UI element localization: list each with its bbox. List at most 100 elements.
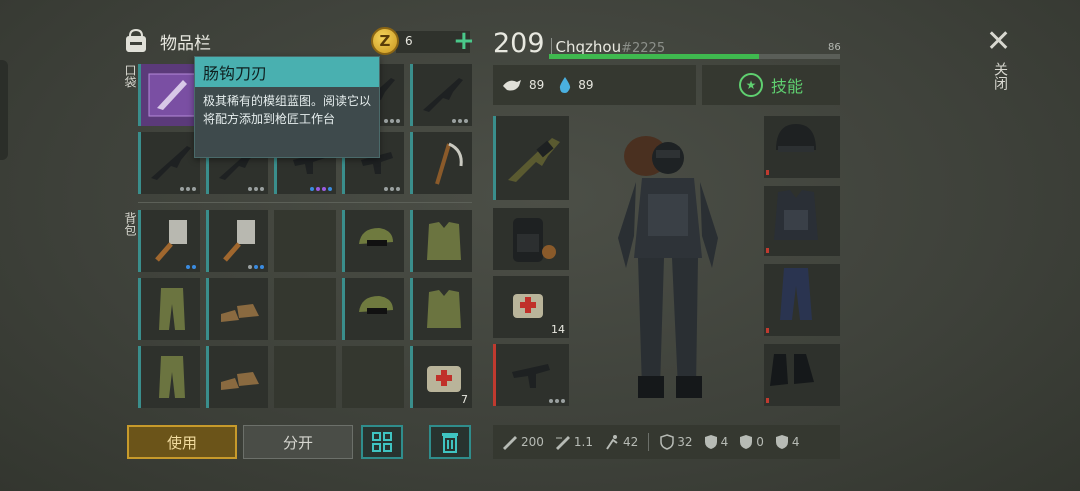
combat-stats-bar: 200 1.1 42 32 4 0 4 xyxy=(493,425,840,459)
pants-slot[interactable] xyxy=(764,264,840,336)
side-drawer-tab[interactable] xyxy=(0,60,8,160)
inventory-slot-empty[interactable] xyxy=(342,346,404,408)
inventory-slot[interactable] xyxy=(206,278,268,340)
water-value: 89 xyxy=(578,78,594,92)
smg-icon xyxy=(512,364,550,388)
rifle-icon xyxy=(151,146,191,180)
move-speed-stat: 42 xyxy=(603,434,638,450)
vest-slot[interactable] xyxy=(764,186,840,256)
damage-value: 200 xyxy=(521,435,544,449)
survival-stats: 89 89 xyxy=(493,65,696,105)
radiation-stat: 0 xyxy=(738,434,764,450)
backpack-slot[interactable] xyxy=(493,208,569,270)
upgrade-dots xyxy=(248,187,264,191)
inventory-slot[interactable] xyxy=(206,346,268,408)
use-button[interactable]: 使用 xyxy=(127,425,237,459)
coin-icon: Z xyxy=(371,27,399,55)
inventory-slot[interactable] xyxy=(342,210,404,272)
inventory-slot-empty[interactable] xyxy=(274,210,336,272)
armor-vest-icon xyxy=(774,190,818,240)
water-stat: 89 xyxy=(558,76,594,94)
stats-divider xyxy=(648,433,650,451)
armor-stat: 32 xyxy=(659,434,693,450)
inventory-slot[interactable] xyxy=(410,64,472,126)
bio-stat: 4 xyxy=(774,434,800,450)
coin-amount: 6 xyxy=(405,34,413,48)
armor-value: 32 xyxy=(677,435,693,449)
grid-sort-icon xyxy=(372,432,392,452)
backpack-icon xyxy=(126,28,146,52)
star-icon: ★ xyxy=(738,73,763,97)
skills-label: 技能 xyxy=(770,77,803,96)
radiation-value: 0 xyxy=(756,435,764,449)
damage-stat: 200 xyxy=(501,434,544,450)
inventory-slot[interactable] xyxy=(342,278,404,340)
inventory-slot-empty[interactable] xyxy=(274,278,336,340)
running-icon xyxy=(606,435,618,450)
water-drop-icon xyxy=(560,77,571,93)
tactical-backpack-icon xyxy=(513,218,556,262)
weapon-slot-secondary[interactable] xyxy=(493,344,569,406)
cold-resist-stat: 4 xyxy=(703,434,729,450)
backpack-grid: 7 xyxy=(138,210,472,408)
add-coins-button[interactable]: + xyxy=(453,28,475,54)
attack-speed-value: 1.1 xyxy=(573,435,593,449)
xp-bar-fill xyxy=(549,54,759,59)
shield-icon xyxy=(660,434,675,450)
inventory-slot[interactable] xyxy=(410,278,472,340)
section-divider xyxy=(138,202,472,203)
split-button[interactable]: 分开 xyxy=(243,425,353,459)
inventory-slot[interactable]: 7 xyxy=(410,346,472,408)
weapon-slot-primary[interactable] xyxy=(493,116,569,200)
grenade-launcher-icon xyxy=(508,138,560,182)
inventory-title: 物品栏 xyxy=(160,33,211,54)
upgrade-dots xyxy=(384,119,400,123)
sort-button[interactable] xyxy=(361,425,403,459)
item-tooltip: 肠钩刀刃 极其稀有的模组蓝图。阅读它以将配方添加到枪匠工作台 xyxy=(194,56,380,158)
medkit-icon xyxy=(513,294,543,318)
inventory-slot-empty[interactable] xyxy=(274,346,336,408)
camo-vest-icon xyxy=(427,290,461,328)
helmet-icon xyxy=(776,124,816,152)
camo-cap-icon xyxy=(359,296,393,314)
consumable-slot[interactable]: 14 xyxy=(493,276,569,338)
inventory-slot[interactable] xyxy=(206,210,268,272)
boots-slot[interactable] xyxy=(764,344,840,406)
blueprint-icon xyxy=(148,73,196,117)
coin-counter: Z 6 + xyxy=(371,27,475,55)
skills-button[interactable]: ★ 技能 xyxy=(702,65,840,105)
inventory-slot[interactable] xyxy=(138,132,200,194)
helmet-slot[interactable] xyxy=(764,116,840,178)
durability-marker xyxy=(766,248,769,253)
trash-icon xyxy=(442,433,458,453)
upgrade-dots xyxy=(452,119,468,123)
camo-cap-icon xyxy=(359,228,393,246)
cleaver-icon xyxy=(155,220,187,262)
cleaver-icon xyxy=(223,220,255,262)
cold-resist-value: 4 xyxy=(720,435,729,449)
inventory-slot[interactable] xyxy=(138,346,200,408)
sword-icon xyxy=(503,436,517,450)
camo-pants-icon xyxy=(159,288,185,330)
inventory-header: 物品栏 xyxy=(122,28,211,54)
move-speed-value: 42 xyxy=(623,435,639,449)
food-icon xyxy=(503,80,521,91)
inventory-slot[interactable] xyxy=(138,210,200,272)
bio-value: 4 xyxy=(791,435,800,449)
tooltip-title: 肠钩刀刃 xyxy=(195,57,379,87)
close-icon[interactable]: ✕ xyxy=(986,24,1011,59)
inventory-slot[interactable] xyxy=(138,278,200,340)
rifle-icon xyxy=(423,78,463,112)
upgrade-dots xyxy=(384,187,400,191)
durability-marker xyxy=(766,170,769,175)
upgrade-dots xyxy=(180,187,196,191)
xp-bar xyxy=(549,54,840,59)
inventory-slot[interactable] xyxy=(410,132,472,194)
inventory-slot[interactable] xyxy=(138,64,200,126)
durability-marker xyxy=(766,398,769,403)
close-label[interactable]: 关闭 xyxy=(990,62,1010,90)
durability-marker xyxy=(766,328,769,333)
upgrade-dots xyxy=(310,187,332,191)
trash-button[interactable] xyxy=(429,425,471,459)
inventory-slot[interactable] xyxy=(410,210,472,272)
